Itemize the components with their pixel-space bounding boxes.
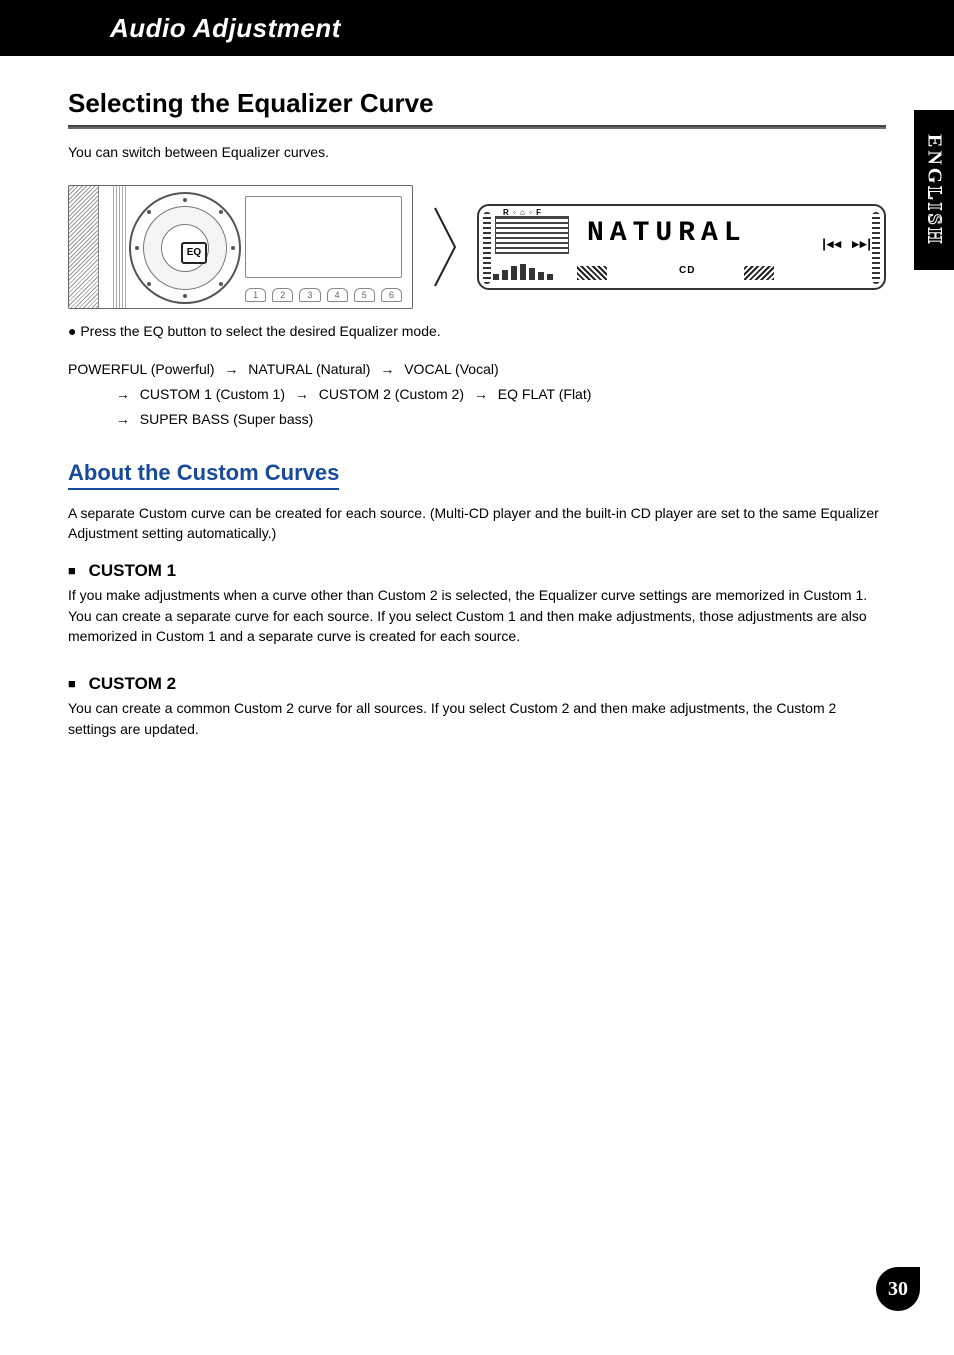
arrow-right-icon: → <box>116 407 130 432</box>
section-intro: You can switch between Equalizer curves. <box>68 143 886 163</box>
next-track-icon: ▸▸| <box>852 236 872 252</box>
square-bullet-icon: ■ <box>68 563 76 578</box>
eq-mode: SUPER BASS (Super bass) <box>140 411 314 427</box>
display-edge-left <box>483 212 491 284</box>
custom1-title: CUSTOM 1 <box>89 561 177 580</box>
display-main-text: NATURAL <box>587 218 794 249</box>
arrow-right-icon: → <box>295 382 309 407</box>
display-eq-graphic <box>495 216 569 254</box>
subsection-title: About the Custom Curves <box>68 460 339 490</box>
faceplate-illustration: EQ 1 2 3 4 5 6 <box>68 185 413 309</box>
illustration-row: EQ 1 2 3 4 5 6 R ◦ ⌂ ◦ F <box>68 185 886 309</box>
display-left-indicator <box>577 266 607 280</box>
eq-mode: CUSTOM 1 (Custom 1) <box>140 386 285 402</box>
language-outline: LISH <box>924 186 946 246</box>
custom1-body: If you make adjustments when a curve oth… <box>68 585 886 646</box>
preset-button[interactable]: 4 <box>327 288 348 302</box>
display-source-text: CD <box>679 265 695 276</box>
display-illustration: R ◦ ⌂ ◦ F NATURAL CD |◂◂ ▸▸| <box>477 204 886 290</box>
display-edge-right <box>872 212 880 284</box>
section-title: Selecting the Equalizer Curve <box>68 88 886 129</box>
custom2-block: ■ CUSTOM 2 You can create a common Custo… <box>68 674 886 739</box>
chevron-right-icon <box>431 204 459 290</box>
eq-cycle-list: POWERFUL (Powerful) → NATURAL (Natural) … <box>68 357 886 433</box>
preset-button[interactable]: 2 <box>272 288 293 302</box>
prev-track-icon: |◂◂ <box>822 236 842 252</box>
custom2-title: CUSTOM 2 <box>89 674 177 693</box>
language-tab: ENGLISH <box>914 110 954 270</box>
subsection-description: A separate Custom curve can be created f… <box>68 504 886 543</box>
display-right-indicator <box>744 266 774 280</box>
eq-mode: NATURAL (Natural) <box>248 361 370 377</box>
display-mode-text: NATURAL <box>587 218 747 249</box>
eq-button[interactable]: EQ <box>181 242 207 264</box>
arrow-right-icon: → <box>116 382 130 407</box>
square-bullet-icon: ■ <box>68 676 76 691</box>
preset-button[interactable]: 6 <box>381 288 402 302</box>
eq-mode: POWERFUL (Powerful) <box>68 361 215 377</box>
language-bold: ENG <box>924 134 946 186</box>
arrow-right-icon: → <box>474 382 488 407</box>
eq-mode: EQ FLAT (Flat) <box>498 386 592 402</box>
step-instruction: ● Press the EQ button to select the desi… <box>68 323 886 339</box>
preset-button[interactable]: 1 <box>245 288 266 302</box>
arrow-right-icon: → <box>224 357 238 382</box>
page-number: 30 <box>876 1267 920 1311</box>
preset-button-row: 1 2 3 4 5 6 <box>245 288 402 302</box>
header-title: Audio Adjustment <box>110 13 341 44</box>
eq-mode: VOCAL (Vocal) <box>404 361 498 377</box>
faceplate-edge-hatch <box>69 186 99 308</box>
custom2-heading: ■ CUSTOM 2 <box>68 674 886 694</box>
control-knob: EQ <box>129 192 241 304</box>
faceplate-screen <box>245 196 402 278</box>
faceplate-stripe <box>113 186 127 308</box>
arrow-right-icon: → <box>380 357 394 382</box>
custom1-block: ■ CUSTOM 1 If you make adjustments when … <box>68 561 886 646</box>
preset-button[interactable]: 3 <box>299 288 320 302</box>
custom1-heading: ■ CUSTOM 1 <box>68 561 886 581</box>
display-spectrum <box>493 262 563 280</box>
page-content: Selecting the Equalizer Curve You can sw… <box>0 56 954 739</box>
custom2-body: You can create a common Custom 2 curve f… <box>68 698 886 739</box>
header-bar: Audio Adjustment <box>0 0 954 56</box>
preset-button[interactable]: 5 <box>354 288 375 302</box>
eq-mode: CUSTOM 2 (Custom 2) <box>319 386 464 402</box>
